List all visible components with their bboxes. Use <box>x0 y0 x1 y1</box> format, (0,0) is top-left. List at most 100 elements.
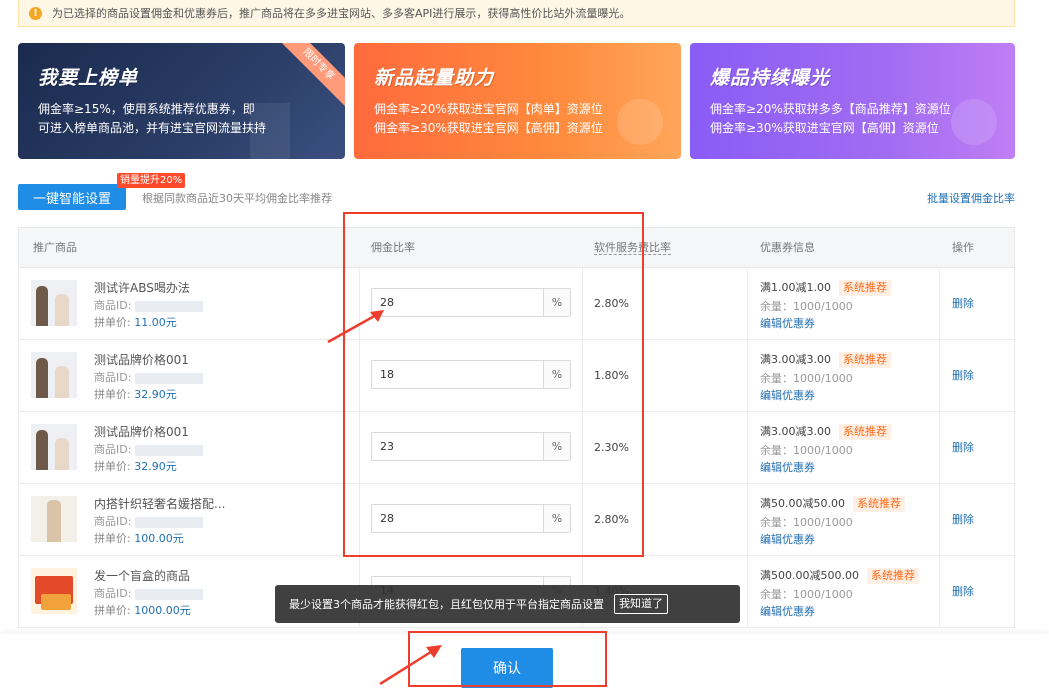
product-thumbnail <box>31 424 77 470</box>
commission-rate-input[interactable] <box>372 433 544 460</box>
product-id: 商品ID: <box>94 369 204 385</box>
product-id: 商品ID: <box>94 297 204 313</box>
table-header: 推广商品 佣金比率 软件服务费比率 优惠券信息 操作 <box>19 228 1014 268</box>
column-divider <box>747 340 748 411</box>
service-fee-rate: 1.80% <box>594 369 629 382</box>
product-name: 测试许ABS喝办法 <box>94 281 190 295</box>
coupon-amount: 满3.00减3.00 系统推荐 <box>760 351 891 368</box>
percent-suffix: % <box>543 361 570 388</box>
column-divider <box>582 340 583 411</box>
column-divider <box>939 556 940 627</box>
product-price: 拼单价: 32.90元 <box>94 388 177 401</box>
product-name: 测试品牌价格001 <box>94 425 189 439</box>
masked-id <box>135 372 204 384</box>
exclamation-icon: ! <box>29 6 42 20</box>
card-title: 我要上榜单 <box>38 67 139 89</box>
edit-coupon-link[interactable]: 编辑优惠券 <box>760 531 815 547</box>
coupon-stock: 余量：1000/1000 <box>760 372 853 385</box>
column-divider <box>747 484 748 555</box>
system-recommend-badge: 系统推荐 <box>838 280 891 296</box>
edit-coupon-link[interactable]: 编辑优惠券 <box>760 603 815 619</box>
column-divider <box>747 268 748 339</box>
masked-id <box>135 588 204 600</box>
column-divider <box>582 412 583 483</box>
commission-rate-field[interactable]: % <box>371 504 571 533</box>
edit-coupon-link[interactable]: 编辑优惠券 <box>760 315 815 331</box>
notice-bar: ! 为已选择的商品设置佣金和优惠券后，推广商品将在多多进宝网站、多多客API进行… <box>18 0 1015 27</box>
column-divider <box>939 268 940 339</box>
delete-link[interactable]: 删除 <box>952 484 974 556</box>
commission-rate-input[interactable] <box>372 361 544 388</box>
coupon-amount: 满1.00减1.00 系统推荐 <box>760 279 891 296</box>
smart-setting-button[interactable]: 一键智能设置 <box>18 184 126 210</box>
table-row: 测试品牌价格001 商品ID: 拼单价: 32.90元 % 1.80% 满3.0… <box>19 340 1014 412</box>
product-price: 拼单价: 11.00元 <box>94 316 177 329</box>
card-title: 爆品持续曝光 <box>710 67 831 89</box>
card-decoration <box>250 103 290 159</box>
promo-card-new-product[interactable]: 新品起量助力 佣金率≥20%获取进宝官网【肉单】资源位 佣金率≥30%获取进宝官… <box>354 43 681 159</box>
commission-rate-field[interactable]: % <box>371 288 571 317</box>
toast-message: 最少设置3个商品才能获得红包，且红包仅用于平台指定商品设置 我知道了 <box>275 585 740 623</box>
column-divider <box>939 412 940 483</box>
edit-coupon-link[interactable]: 编辑优惠券 <box>760 459 815 475</box>
header-action: 操作 <box>952 241 974 254</box>
header-product: 推广商品 <box>33 241 77 254</box>
column-divider <box>939 340 940 411</box>
column-divider <box>359 340 360 411</box>
delete-link[interactable]: 删除 <box>952 412 974 484</box>
smart-setting-hint: 根据同款商品近30天平均佣金比率推荐 <box>142 192 332 205</box>
percent-suffix: % <box>543 289 570 316</box>
percent-suffix: % <box>543 505 570 532</box>
table-row: 测试许ABS喝办法 商品ID: 拼单价: 11.00元 % 2.80% 满1.0… <box>19 268 1014 340</box>
column-divider <box>747 556 748 627</box>
table-row: 测试品牌价格001 商品ID: 拼单价: 32.90元 % 2.30% 满3.0… <box>19 412 1014 484</box>
product-thumbnail <box>31 568 77 614</box>
system-recommend-badge: 系统推荐 <box>838 424 891 440</box>
masked-id <box>135 444 204 456</box>
product-id: 商品ID: <box>94 441 204 457</box>
system-recommend-badge: 系统推荐 <box>838 352 891 368</box>
column-divider <box>747 412 748 483</box>
delete-link[interactable]: 删除 <box>952 268 974 340</box>
product-name: 内搭针织轻奢名媛搭配... <box>94 497 226 511</box>
delete-link[interactable]: 删除 <box>952 340 974 412</box>
commission-rate-field[interactable]: % <box>371 432 571 461</box>
header-coupon: 优惠券信息 <box>760 241 815 254</box>
coupon-stock: 余量：1000/1000 <box>760 588 853 601</box>
commission-rate-input[interactable] <box>372 289 544 316</box>
commission-rate-input[interactable] <box>372 505 544 532</box>
system-recommend-badge: 系统推荐 <box>852 496 905 512</box>
product-price: 拼单价: 100.00元 <box>94 532 184 545</box>
card-desc-line1: 佣金率≥15%，使用系统推荐优惠券，即 <box>38 102 255 116</box>
product-table: 推广商品 佣金比率 软件服务费比率 优惠券信息 操作 测试许ABS喝办法 商品I… <box>18 227 1015 628</box>
edit-coupon-link[interactable]: 编辑优惠券 <box>760 387 815 403</box>
column-divider <box>939 484 940 555</box>
coupon-amount: 满50.00减50.00 系统推荐 <box>760 495 905 512</box>
product-price: 拼单价: 1000.00元 <box>94 604 191 617</box>
toast-dismiss-button[interactable]: 我知道了 <box>614 594 668 614</box>
product-thumbnail <box>31 496 77 542</box>
confirm-button[interactable]: 确认 <box>461 648 553 688</box>
toast-text: 最少设置3个商品才能获得红包，且红包仅用于平台指定商品设置 <box>289 598 604 611</box>
coupon-stock: 余量：1000/1000 <box>760 516 853 529</box>
masked-id <box>135 300 204 312</box>
toolbar: 一键智能设置 销量提升20% 根据同款商品近30天平均佣金比率推荐 批量设置佣金… <box>18 173 1015 210</box>
product-id: 商品ID: <box>94 585 204 601</box>
coupon-amount: 满3.00减3.00 系统推荐 <box>760 423 891 440</box>
card-desc-line2: 可进入榜单商品池，并有进宝官网流量扶持 <box>38 121 267 135</box>
coupon-stock: 余量：1000/1000 <box>760 444 853 457</box>
batch-set-commission-link[interactable]: 批量设置佣金比率 <box>927 190 1015 206</box>
product-id: 商品ID: <box>94 513 204 529</box>
sales-boost-badge: 销量提升20% <box>117 173 186 188</box>
service-fee-rate: 2.30% <box>594 441 629 454</box>
promo-card-ranking[interactable]: 限时专享 我要上榜单 佣金率≥15%，使用系统推荐优惠券，即 可进入榜单商品池，… <box>18 43 345 159</box>
delete-link[interactable]: 删除 <box>952 556 974 628</box>
column-divider <box>582 268 583 339</box>
percent-suffix: % <box>543 433 570 460</box>
promo-card-hot-product[interactable]: 爆品持续曝光 佣金率≥20%获取拼多多【商品推荐】资源位 佣金率≥30%获取进宝… <box>690 43 1015 159</box>
commission-rate-field[interactable]: % <box>371 360 571 389</box>
table-row: 内搭针织轻奢名媛搭配... 商品ID: 拼单价: 100.00元 % 2.80%… <box>19 484 1014 556</box>
column-divider <box>582 484 583 555</box>
card-title: 新品起量助力 <box>374 67 495 89</box>
coupon-amount: 满500.00减500.00 系统推荐 <box>760 567 919 584</box>
